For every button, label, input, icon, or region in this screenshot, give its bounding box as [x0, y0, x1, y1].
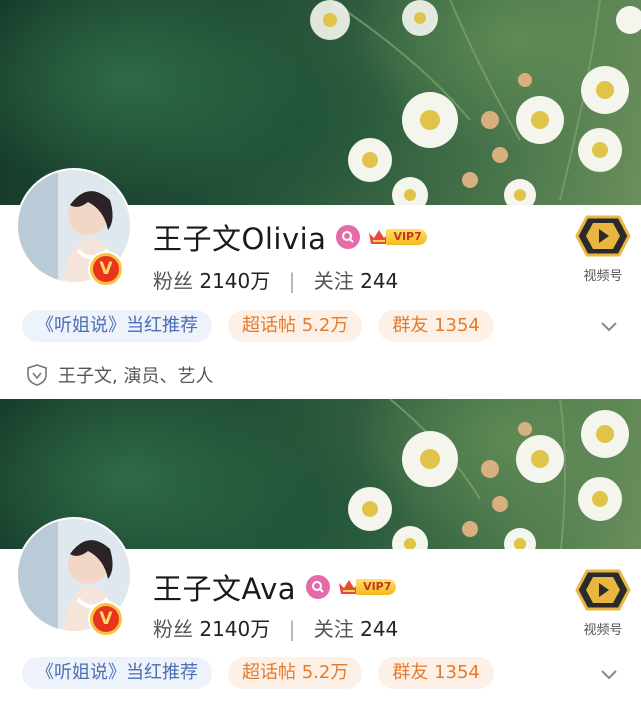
stats-row: 粉丝 2140万 | 关注 244	[153, 613, 398, 642]
video-channel-button[interactable]: 视频号	[566, 213, 640, 284]
vip-badge[interactable]: VIP7	[368, 228, 427, 246]
profile-name: 王子文Ava	[153, 572, 297, 606]
name-row: 王子文Olivia VIP7	[153, 216, 427, 258]
profile-card-ava: V 王子文Ava VIP7 粉丝 2140万 | 关注 244 视频号 《听姐说…	[0, 399, 641, 701]
profile-card-olivia: V 王子文Olivia VIP7 粉丝 2140万 | 关注 244 视频号 《…	[0, 0, 641, 399]
verified-badge: V	[88, 601, 124, 637]
profile-name: 王子文Olivia	[153, 222, 327, 256]
vip-level: VIP7	[386, 229, 427, 245]
fans-count[interactable]: 2140万	[199, 617, 270, 641]
recommend-tag[interactable]: 《听姐说》当红推荐	[22, 657, 212, 689]
search-icon[interactable]	[306, 575, 331, 599]
follow-label: 关注	[313, 269, 354, 293]
name-row: 王子文Ava VIP7	[153, 566, 397, 608]
divider: |	[288, 617, 296, 641]
identity-text: 王子文, 演员、艺人	[58, 366, 214, 387]
identity-row: 王子文, 演员、艺人	[26, 362, 213, 388]
verified-badge: V	[88, 251, 124, 287]
divider: |	[288, 269, 296, 293]
fans-count[interactable]: 2140万	[199, 269, 270, 293]
video-channel-label: 视频号	[583, 623, 623, 638]
fans-label: 粉丝	[153, 617, 193, 641]
follow-count[interactable]: 244	[360, 269, 398, 293]
shield-check-icon	[27, 364, 47, 386]
verified-v-icon: V	[93, 256, 119, 282]
group-tag[interactable]: 群友 1354	[378, 657, 494, 689]
super-topic-tag[interactable]: 超话帖 5.2万	[228, 657, 363, 689]
video-channel-button[interactable]: 视频号	[566, 567, 640, 638]
tag-row: 《听姐说》当红推荐 超话帖 5.2万 群友 1354	[22, 310, 510, 342]
chevron-down-icon[interactable]	[598, 315, 620, 337]
tag-row: 《听姐说》当红推荐 超话帖 5.2万 群友 1354	[22, 657, 510, 689]
chevron-down-icon[interactable]	[598, 663, 620, 685]
vip-badge[interactable]: VIP7	[338, 578, 397, 596]
video-channel-label: 视频号	[583, 269, 623, 284]
follow-count[interactable]: 244	[360, 617, 398, 641]
verified-v-icon: V	[93, 606, 119, 632]
search-icon[interactable]	[336, 225, 361, 249]
play-icon	[575, 215, 631, 257]
fans-label: 粉丝	[153, 269, 193, 293]
play-icon	[575, 569, 631, 611]
group-tag[interactable]: 群友 1354	[378, 310, 494, 342]
vip-level: VIP7	[356, 579, 397, 595]
stats-row: 粉丝 2140万 | 关注 244	[153, 265, 398, 294]
super-topic-tag[interactable]: 超话帖 5.2万	[228, 310, 363, 342]
recommend-tag[interactable]: 《听姐说》当红推荐	[22, 310, 212, 342]
follow-label: 关注	[313, 617, 354, 641]
